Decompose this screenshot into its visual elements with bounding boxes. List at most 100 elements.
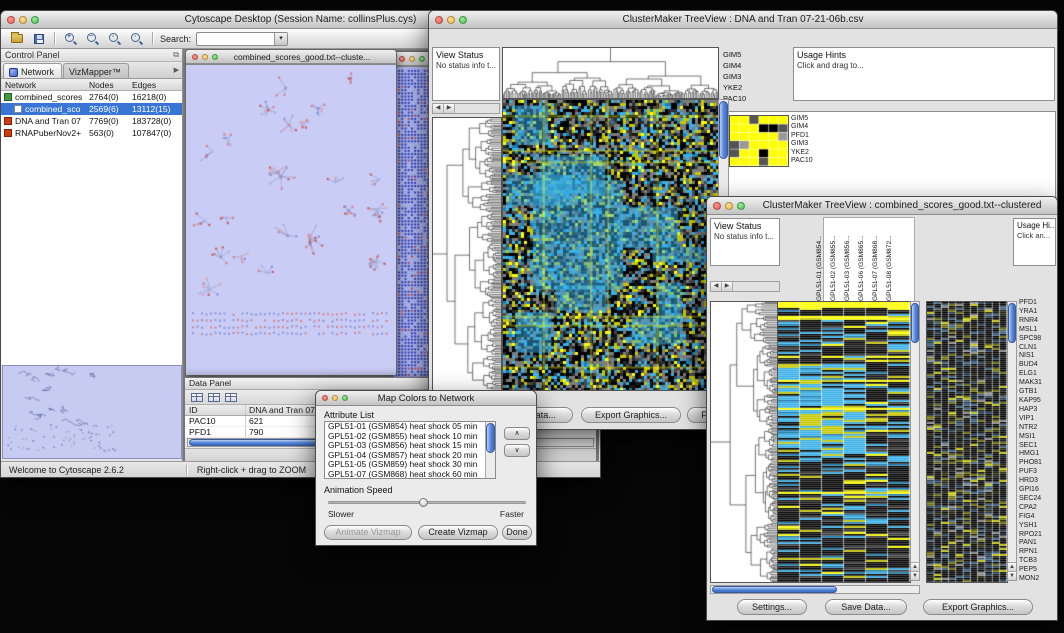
minimize-button[interactable] xyxy=(447,16,455,24)
row-dendrogram-canvas[interactable] xyxy=(710,301,778,583)
close-button[interactable] xyxy=(7,16,15,24)
animate-vizmap-button[interactable]: Animate Vizmap xyxy=(324,525,412,540)
slider-thumb[interactable] xyxy=(419,498,428,507)
dialog-titlebar[interactable]: Map Colors to Network xyxy=(316,391,536,406)
network-list-item[interactable]: RNAPuberNov2+563(0)107847(0) xyxy=(1,127,182,139)
scroll-up-icon[interactable]: ▲ xyxy=(1008,562,1016,571)
minimize-button[interactable] xyxy=(202,54,208,60)
gene-label: GTB1 xyxy=(1019,388,1057,397)
network-list-item[interactable]: combined_sco2569(6)13112(15) xyxy=(1,103,182,115)
maximize-button[interactable] xyxy=(459,16,467,24)
list-vscrollbar[interactable] xyxy=(485,422,495,478)
attribute-item[interactable]: GPL51-07 (GSM868) heat shock 60 min xyxy=(325,470,485,479)
row-dendrogram-canvas[interactable] xyxy=(432,117,502,391)
maximize-button[interactable] xyxy=(31,16,39,24)
maximize-button[interactable] xyxy=(737,202,745,210)
zoom-out-button[interactable]: − xyxy=(84,31,101,47)
zoom-in-button[interactable]: + xyxy=(62,31,79,47)
move-down-button[interactable]: ∨ xyxy=(504,444,530,457)
heatmap-canvas[interactable] xyxy=(777,301,911,583)
create-vizmap-button[interactable]: Create Vizmap xyxy=(418,525,498,540)
usage-hints-title: Usage Hints xyxy=(794,48,1054,60)
tab-vizmapper[interactable]: VizMapper™ xyxy=(63,63,129,78)
zoom-fit-button[interactable]: ▫ xyxy=(106,31,123,47)
view-status-text: No status info t... xyxy=(433,60,499,71)
usage-hints-title: Usage Hi... xyxy=(1014,219,1055,230)
done-button[interactable]: Done xyxy=(502,525,532,540)
secondary-heatmap-canvas[interactable] xyxy=(926,301,1008,583)
network-list-item[interactable]: combined_scores2764(0)16218(0) xyxy=(1,91,182,103)
close-button[interactable] xyxy=(435,16,443,24)
close-button[interactable] xyxy=(713,202,721,210)
vscrollbar-thumb[interactable] xyxy=(911,303,919,343)
heatmap-hscrollbar[interactable] xyxy=(710,585,920,594)
scroll-down-icon[interactable]: ▼ xyxy=(911,571,919,580)
secondary-vscrollbar[interactable]: ▲ ▼ xyxy=(1007,301,1017,581)
vscrollbar-thumb[interactable] xyxy=(486,423,495,453)
mini-hscrollbar[interactable]: ◀ ▶ xyxy=(432,103,500,114)
chevron-down-icon[interactable]: ▾ xyxy=(274,33,287,45)
save-session-button[interactable] xyxy=(30,31,47,47)
tab-overflow-icon[interactable]: ▶ xyxy=(174,66,179,74)
animation-speed-slider[interactable] xyxy=(328,501,526,504)
gene-label: YRA1 xyxy=(1019,308,1057,317)
export-graphics-button[interactable]: Export Graphics... xyxy=(581,407,681,423)
network-edges: 107847(0) xyxy=(132,128,171,138)
scroll-right-icon[interactable]: ▶ xyxy=(444,104,455,113)
gene-label: MSL1 xyxy=(1019,326,1057,335)
attribute-editor-icon[interactable] xyxy=(225,393,237,402)
zoom-fit-icon: ▫ xyxy=(108,32,121,45)
move-up-button[interactable]: ∧ xyxy=(504,427,530,440)
scroll-right-icon[interactable]: ▶ xyxy=(722,282,733,291)
select-attributes-icon[interactable] xyxy=(208,393,220,402)
gene-label: NIS1 xyxy=(1019,352,1057,361)
usage-hints-panel: Usage Hi... Click an... xyxy=(1013,218,1056,266)
float-panel-icon[interactable]: ⧉ xyxy=(173,50,179,60)
scroll-up-icon[interactable]: ▲ xyxy=(911,562,919,571)
save-data-button[interactable]: Save Data... xyxy=(825,599,907,615)
col-id: ID xyxy=(189,405,198,415)
open-session-button[interactable] xyxy=(8,31,25,47)
network-window-1-titlebar[interactable]: combined_scores_good.txt--cluste... xyxy=(186,50,396,64)
gene-label: TCB3 xyxy=(1019,557,1057,566)
attribute-table-icon[interactable] xyxy=(191,393,203,402)
view-status-text: No status info t... xyxy=(711,231,779,242)
maximize-button[interactable] xyxy=(342,395,348,401)
maximize-button[interactable] xyxy=(212,54,218,60)
gene-label: MAK31 xyxy=(1019,379,1057,388)
network-list-item[interactable]: DNA and Tran 077769(0)183728(0) xyxy=(1,115,182,127)
heatmap-canvas[interactable] xyxy=(502,99,719,391)
tab-network[interactable]: Network xyxy=(3,63,62,78)
vscrollbar-thumb[interactable] xyxy=(719,101,728,159)
maximize-button[interactable] xyxy=(419,56,425,62)
close-button[interactable] xyxy=(399,56,405,62)
minimize-button[interactable] xyxy=(409,56,415,62)
hscrollbar-thumb[interactable] xyxy=(712,586,837,593)
attribute-listbox[interactable]: GPL51-01 (GSM854) heat shock 05 minGPL51… xyxy=(324,421,496,479)
birdseye-view-canvas[interactable] xyxy=(2,365,182,459)
close-button[interactable] xyxy=(192,54,198,60)
settings-button[interactable]: Settings... xyxy=(737,599,807,615)
mini-hscrollbar[interactable]: ◀ ▶ xyxy=(710,281,780,292)
control-panel-title: Control Panel xyxy=(5,50,60,60)
minimize-button[interactable] xyxy=(725,202,733,210)
close-button[interactable] xyxy=(322,395,328,401)
network-edges: 13112(15) xyxy=(132,104,171,114)
correlation-heatmap-canvas[interactable] xyxy=(729,115,789,167)
scroll-left-icon[interactable]: ◀ xyxy=(433,104,444,113)
minimize-button[interactable] xyxy=(332,395,338,401)
zoom-selected-button[interactable]: ◦ xyxy=(128,31,145,47)
minimize-button[interactable] xyxy=(19,16,27,24)
treeview1-titlebar[interactable]: ClusterMaker TreeView : DNA and Tran 07-… xyxy=(429,11,1057,29)
cell-value: 790 xyxy=(249,427,263,437)
scroll-left-icon[interactable]: ◀ xyxy=(711,282,722,291)
network-canvas[interactable] xyxy=(186,64,396,375)
scroll-down-icon[interactable]: ▼ xyxy=(1008,571,1016,580)
search-input[interactable]: ▾ xyxy=(196,32,288,46)
control-panel-header: Control Panel ⧉ xyxy=(1,49,182,62)
vscrollbar-thumb[interactable] xyxy=(1008,303,1016,343)
heatmap-vscrollbar[interactable]: ▲ ▼ xyxy=(910,301,920,581)
column-dendrogram-canvas[interactable] xyxy=(502,47,719,99)
treeview2-titlebar[interactable]: ClusterMaker TreeView : combined_scores_… xyxy=(707,197,1057,215)
export-graphics-button[interactable]: Export Graphics... xyxy=(923,599,1033,615)
